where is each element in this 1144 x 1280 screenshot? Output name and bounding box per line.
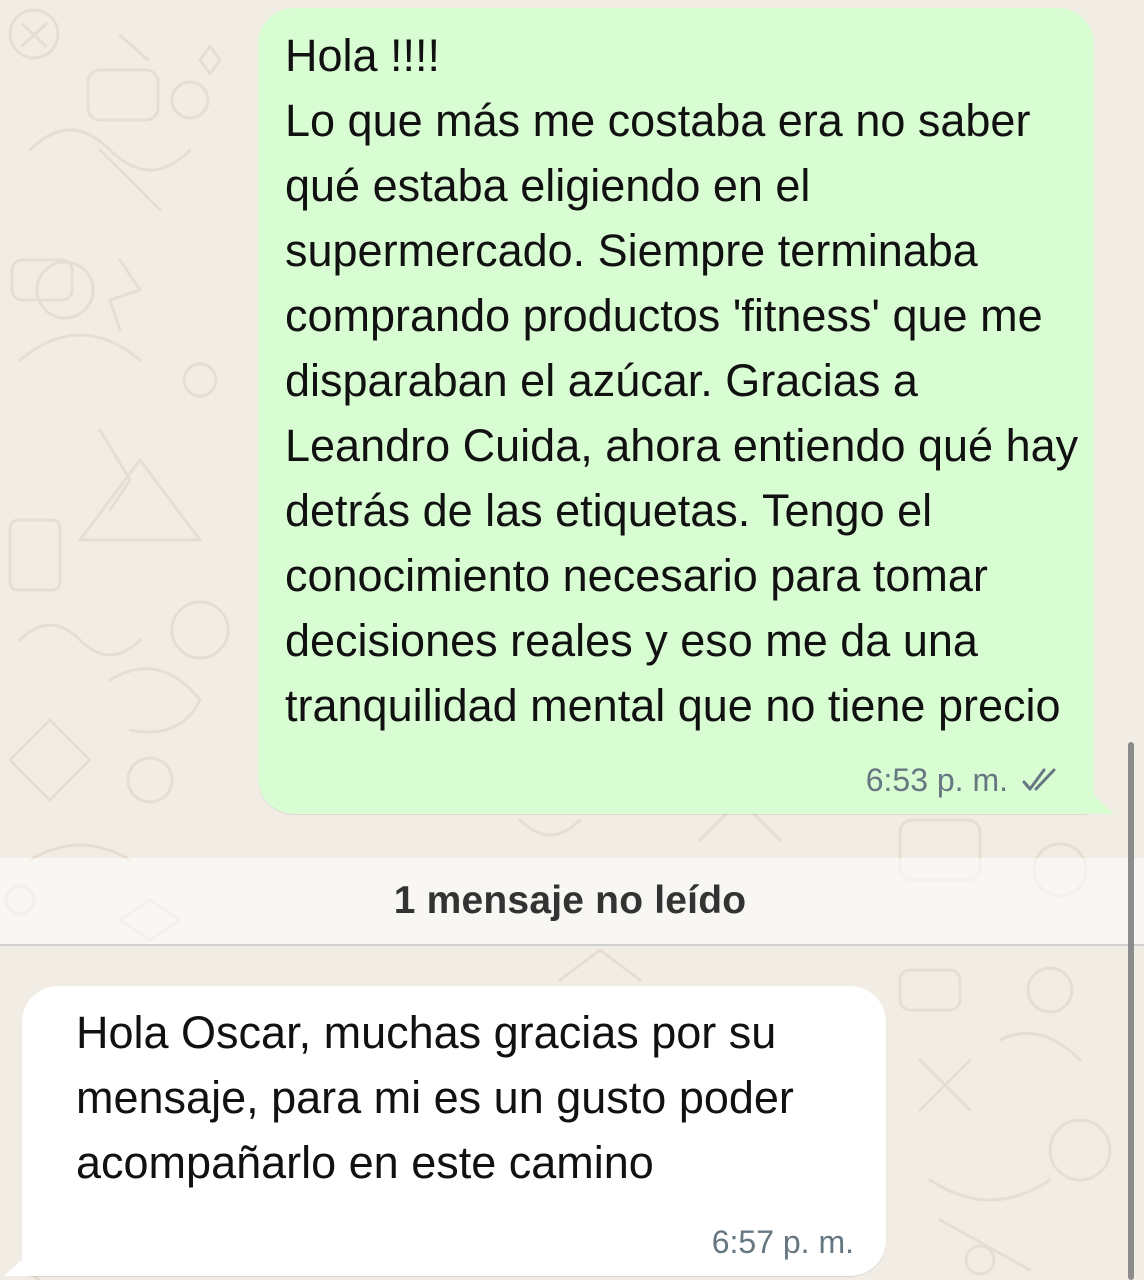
message-meta: 6:57 p. m. <box>712 1222 854 1262</box>
incoming-message-bubble[interactable]: Hola Oscar, muchas gracias por su mensaj… <box>4 986 886 1276</box>
unread-divider: 1 mensaje no leído <box>0 858 1144 946</box>
chat-view[interactable]: Hola !!!! Lo que más me costaba era no s… <box>0 0 1144 1280</box>
message-time: 6:57 p. m. <box>711 1224 854 1260</box>
scrollbar[interactable] <box>1128 742 1134 1280</box>
outgoing-message-bubble[interactable]: Hola !!!! Lo que más me costaba era no s… <box>258 8 1114 814</box>
message-meta: 6:53 p. m. <box>866 760 1064 800</box>
double-check-icon <box>1022 768 1056 791</box>
message-text: Hola Oscar, muchas gracias por su mensaj… <box>76 1007 794 1188</box>
unread-label: 1 mensaje no leído <box>393 879 747 922</box>
message-text: Hola !!!! Lo que más me costaba era no s… <box>285 30 1079 731</box>
message-time: 6:53 p. m. <box>865 762 1008 798</box>
